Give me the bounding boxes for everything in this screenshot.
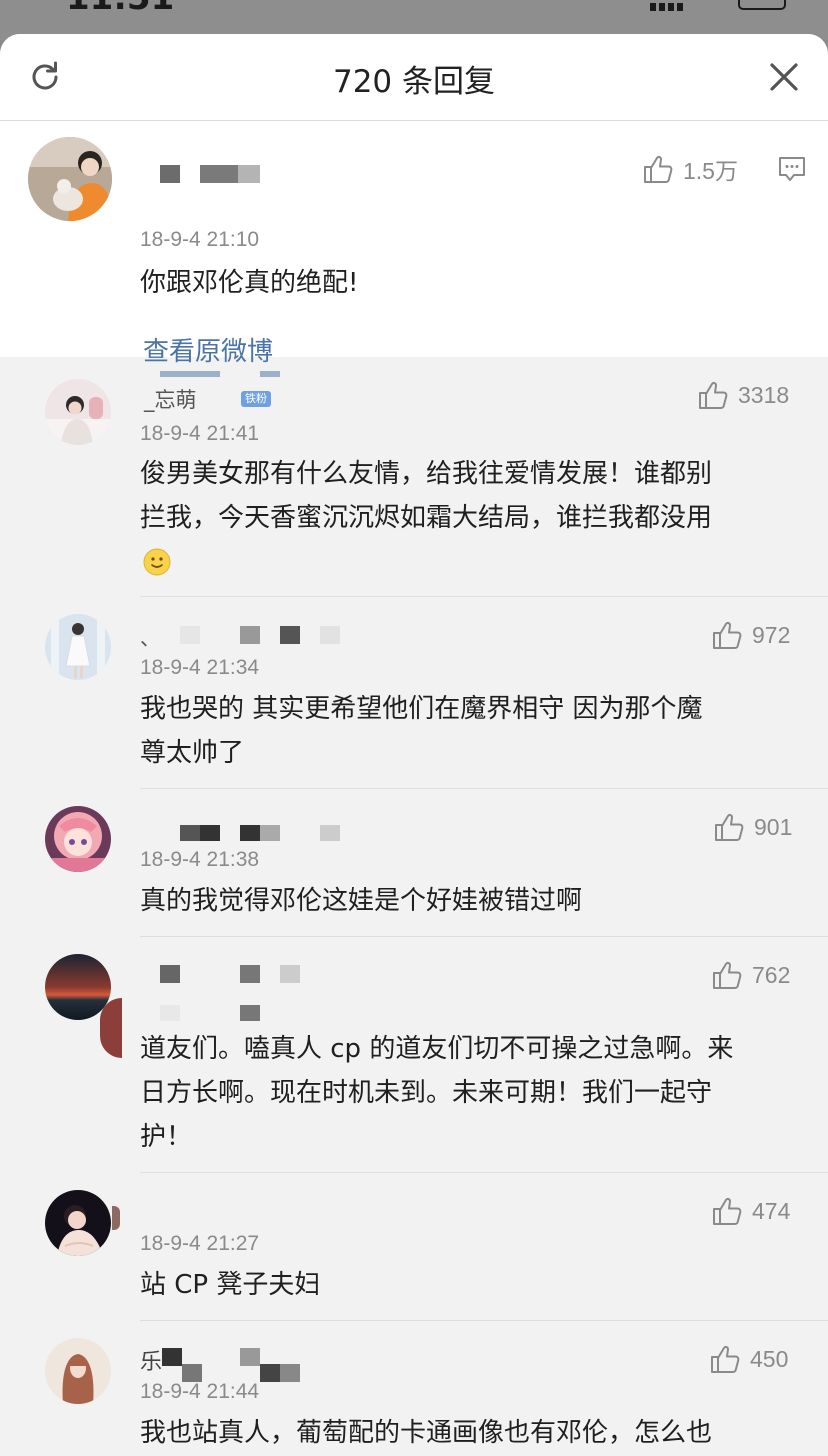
replies-sheet: 720 条回复 18-9-4 21:10 你跟邓伦真的绝配! 查看原微博 1.5… (0, 34, 828, 1456)
fan-badge: 铁粉 (241, 391, 271, 407)
reply-text: 日方长啊。现在时机未到。未来可期！我们一起守 (140, 1078, 713, 1108)
username-mosaic (260, 825, 280, 841)
username-mosaic (160, 965, 180, 983)
reply-username: 、 (140, 626, 160, 650)
thumbs-up-icon (711, 1195, 743, 1227)
reply-divider (140, 788, 828, 789)
username-mosaic (180, 825, 200, 841)
thumbs-up-icon (713, 811, 745, 843)
reply-divider (140, 596, 828, 597)
like-count: 474 (752, 1197, 791, 1224)
like-count: 762 (752, 961, 791, 988)
reply-text: 我也站真人，葡萄配的卡通画像也有邓伦，怎么也 (140, 1418, 713, 1448)
reply-timestamp: 18-9-4 21:44 (140, 1380, 260, 1403)
reply-timestamp: 18-9-4 21:34 (140, 656, 260, 679)
like-count: 901 (754, 813, 793, 840)
username-mosaic (238, 165, 260, 183)
username-mosaic (240, 626, 260, 644)
reply-timestamp: 18-9-4 21:27 (140, 1232, 260, 1255)
reply-text: 尊太帅了 (140, 738, 245, 768)
like-button[interactable]: 972 (711, 618, 790, 652)
username-mosaic (280, 1364, 300, 1382)
username-mosaic (180, 626, 200, 644)
link-mosaic (260, 371, 280, 377)
like-button[interactable]: 1.5万 (642, 152, 738, 186)
thumbs-up-icon (711, 619, 743, 651)
timestamp-mosaic (240, 1005, 260, 1021)
view-original-weibo-link[interactable]: 查看原微博 (143, 331, 273, 368)
reply-text: 真的我觉得邓伦这娃是个好娃被错过啊 (140, 886, 583, 916)
username-mosaic (280, 965, 300, 983)
username-mosaic (160, 165, 180, 183)
like-button[interactable]: 450 (709, 1342, 788, 1376)
reply-username: _忘萌 (144, 388, 197, 412)
avatar-overlap (112, 1206, 120, 1230)
reply-text: 我也哭的 其实更希望他们在魔界相守 因为那个魔 (140, 694, 703, 724)
battery-icon (738, 0, 786, 10)
main-comment: 18-9-4 21:10 你跟邓伦真的绝配! 查看原微博 1.5万 (0, 121, 828, 377)
replies-count-title: 720 条回复 (332, 64, 496, 100)
timestamp-mosaic (160, 1005, 180, 1021)
reply-text: 站 CP 凳子夫妇 (140, 1270, 321, 1300)
like-button[interactable]: 3318 (697, 378, 789, 412)
username-mosaic (280, 626, 300, 644)
like-button[interactable]: 762 (711, 958, 790, 992)
thumbs-up-icon (711, 959, 743, 991)
reply-divider (140, 936, 828, 937)
reply-divider (140, 1320, 828, 1321)
like-button[interactable]: 901 (713, 810, 792, 844)
avatar[interactable] (45, 614, 111, 680)
signal-icon (650, 0, 690, 11)
reply-username: 乐 (140, 1350, 163, 1375)
thumbs-up-icon (697, 379, 729, 411)
like-count: 450 (750, 1345, 789, 1372)
comment-timestamp: 18-9-4 21:10 (140, 228, 260, 251)
username-mosaic (240, 825, 260, 841)
like-count: 972 (752, 621, 791, 648)
username-mosaic (162, 1348, 182, 1366)
close-icon[interactable] (764, 57, 804, 97)
username-mosaic (320, 825, 340, 841)
username-mosaic (320, 626, 340, 644)
avatar[interactable] (45, 379, 111, 445)
smile-emoji-icon (143, 548, 171, 576)
reply-text: 道友们。嗑真人 cp 的道友们切不可操之过急啊。来 (140, 1034, 734, 1064)
sheet-header: 720 条回复 (0, 34, 828, 121)
like-button[interactable]: 474 (711, 1194, 790, 1228)
reply-timestamp: 18-9-4 21:38 (140, 848, 260, 871)
reply-text: 俊男美女那有什么友情，给我往爱情发展！谁都别 (140, 459, 713, 489)
thumbs-up-icon (642, 153, 674, 185)
link-mosaic (160, 371, 220, 377)
username-mosaic (200, 165, 238, 183)
like-count: 1.5万 (683, 158, 738, 184)
thumbs-up-icon (709, 1343, 741, 1375)
reply-divider (140, 1172, 828, 1173)
username-mosaic (240, 1348, 260, 1366)
comment-text: 你跟邓伦真的绝配! (140, 268, 359, 298)
reply-timestamp: 18-9-4 21:41 (140, 422, 260, 445)
avatar-overlap (100, 998, 122, 1058)
avatar[interactable] (45, 1190, 111, 1256)
status-time: 11:51 (66, 0, 174, 18)
username-mosaic (240, 965, 260, 983)
avatar[interactable] (45, 806, 111, 872)
reply-text: 拦我，今天香蜜沉沉烬如霜大结局，谁拦我都没用 (140, 503, 713, 533)
comment-icon[interactable] (777, 154, 807, 184)
avatar[interactable] (28, 137, 112, 221)
username-mosaic (260, 1364, 280, 1382)
reply-text: 护！ (140, 1122, 193, 1152)
username-mosaic (200, 825, 220, 841)
like-count: 3318 (738, 381, 790, 408)
avatar[interactable] (45, 1338, 111, 1404)
